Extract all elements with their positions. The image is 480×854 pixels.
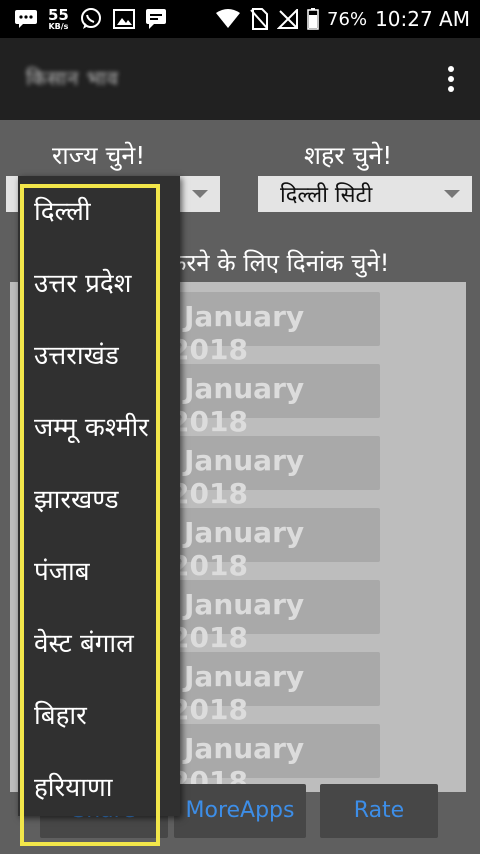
network-speed: 55 KB/s [48, 5, 69, 31]
date-button-label: January 2018 [170, 588, 305, 654]
dropdown-item[interactable]: उत्तर प्रदेश [34, 264, 131, 300]
date-button[interactable]: January 2018 [170, 436, 380, 510]
city-spinner[interactable]: दिल्ली सिटी [258, 176, 472, 212]
dropdown-item[interactable]: झारखण्ड [34, 480, 119, 516]
date-button[interactable]: January 2018 [170, 652, 380, 726]
battery-icon [307, 8, 319, 30]
date-button-label: January 2018 [170, 516, 305, 582]
dropdown-item[interactable]: वेस्ट बंगाल [34, 624, 134, 660]
state-dropdown-list[interactable]: दिल्ली उत्तर प्रदेश उत्तराखंड जम्मू कश्म… [18, 176, 180, 816]
more-apps-button[interactable]: MoreApps [174, 784, 306, 838]
dropdown-item[interactable]: उत्तराखंड [34, 336, 119, 372]
date-prompt: करने के लिए दिनांक चुने! [168, 249, 390, 277]
date-button[interactable]: January 2018 [170, 364, 380, 438]
date-button-label: January 2018 [170, 300, 305, 366]
status-bar: 55 KB/s 76% 10:27 AM [0, 0, 480, 38]
city-spinner-value: दिल्ली सिटी [280, 183, 373, 208]
clock: 10:27 AM [375, 7, 470, 31]
message-icon [15, 10, 37, 28]
no-sim-icon [250, 8, 269, 30]
speed-value: 55 [48, 5, 69, 24]
state-label: राज्य चुने! [52, 141, 146, 170]
battery-percent: 76% [327, 8, 368, 30]
date-button[interactable]: January 2018 [170, 580, 380, 654]
city-label: शहर चुने! [304, 141, 393, 170]
chat-icon [145, 9, 166, 29]
date-button[interactable]: January 2018 [170, 508, 380, 582]
date-button-label: January 2018 [170, 660, 305, 726]
rate-button[interactable]: Rate [320, 784, 438, 838]
overflow-menu-icon[interactable] [446, 66, 456, 94]
dropdown-item[interactable]: हरियाणा [34, 768, 113, 804]
dropdown-item[interactable]: बिहार [34, 696, 87, 732]
wifi-icon [216, 9, 241, 28]
status-left: 55 KB/s [14, 6, 167, 32]
status-right: 76% 10:27 AM [215, 0, 470, 38]
dropdown-item[interactable]: जम्मू कश्मीर [34, 408, 149, 444]
app-bar: किसान भाव [0, 38, 480, 120]
date-button-label: January 2018 [170, 372, 305, 438]
whatsapp-icon [80, 8, 101, 29]
date-button[interactable]: January 2018 [170, 292, 380, 366]
date-button[interactable]: January 2018 [170, 724, 380, 792]
gallery-icon [112, 9, 135, 29]
speed-unit: KB/s [48, 21, 69, 31]
dropdown-item[interactable]: पंजाब [34, 552, 90, 588]
chevron-down-icon [444, 190, 460, 198]
signal-icon [277, 9, 299, 29]
date-button-label: January 2018 [170, 444, 305, 510]
dropdown-item[interactable]: दिल्ली [34, 192, 91, 228]
app-title: किसान भाव [26, 66, 120, 90]
chevron-down-icon [192, 190, 208, 198]
